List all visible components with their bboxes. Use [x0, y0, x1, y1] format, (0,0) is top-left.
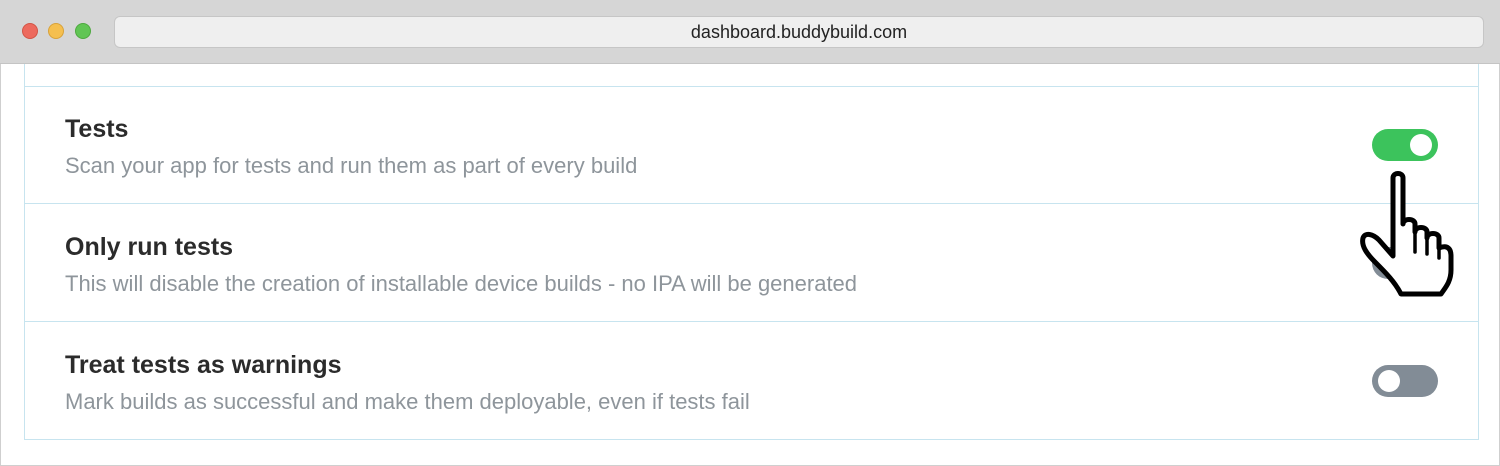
browser-window: dashboard.buddybuild.com Tests Scan your…	[0, 0, 1500, 466]
zoom-window-button[interactable]	[75, 23, 91, 39]
setting-row-treat-tests-as-warnings: Treat tests as warnings Mark builds as s…	[25, 323, 1478, 440]
browser-titlebar: dashboard.buddybuild.com	[0, 0, 1500, 64]
setting-row-only-run-tests: Only run tests This will disable the cre…	[25, 205, 1478, 322]
settings-row-partial	[25, 64, 1478, 87]
tests-toggle[interactable]	[1372, 129, 1438, 161]
pointing-hand-cursor-icon	[1360, 171, 1454, 297]
toggle-knob	[1410, 134, 1432, 156]
minimize-window-button[interactable]	[48, 23, 64, 39]
address-bar[interactable]: dashboard.buddybuild.com	[114, 16, 1484, 48]
treat-tests-as-warnings-toggle[interactable]	[1372, 365, 1438, 397]
setting-description: Mark builds as successful and make them …	[65, 389, 750, 414]
settings-panel: Tests Scan your app for tests and run th…	[24, 64, 1479, 440]
setting-row-tests: Tests Scan your app for tests and run th…	[25, 87, 1478, 204]
setting-title: Treat tests as warnings	[65, 351, 342, 379]
setting-description: This will disable the creation of instal…	[65, 271, 858, 296]
page-content: Tests Scan your app for tests and run th…	[0, 64, 1500, 466]
close-window-button[interactable]	[22, 23, 38, 39]
setting-title: Tests	[65, 115, 129, 143]
toggle-knob	[1378, 370, 1400, 392]
setting-title: Only run tests	[65, 233, 234, 261]
address-bar-url: dashboard.buddybuild.com	[690, 21, 908, 42]
setting-description: Scan your app for tests and run them as …	[65, 153, 638, 178]
